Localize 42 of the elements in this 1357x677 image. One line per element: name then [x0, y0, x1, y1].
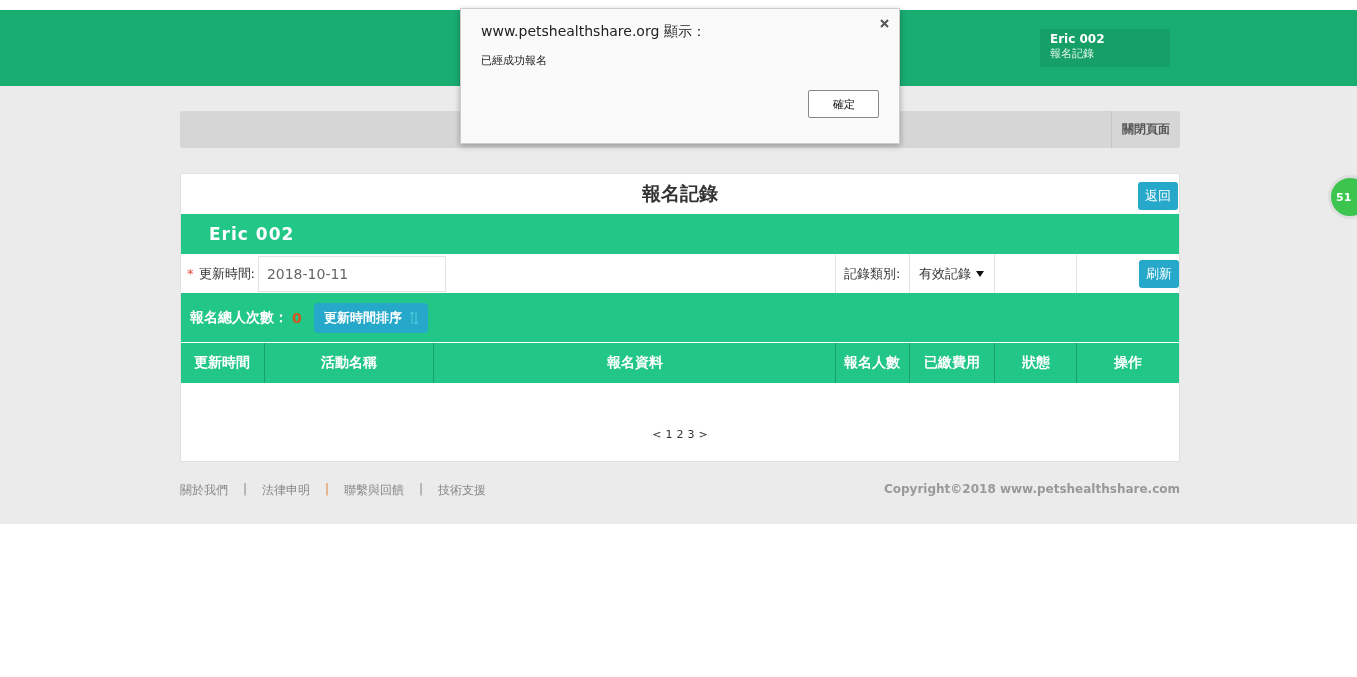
column-header: 已繳費用 [908, 343, 995, 383]
separator: | [419, 482, 424, 498]
type-dropdown[interactable]: 有效記錄 [908, 254, 995, 293]
refresh-button[interactable]: 刷新 [1139, 259, 1179, 288]
footer-link[interactable]: 法律申明 [262, 482, 311, 499]
close-page-button[interactable]: 關閉頁面 [1111, 111, 1180, 148]
banner-name: Eric 002 [209, 224, 295, 244]
footer-link[interactable]: 技術支援 [438, 482, 487, 499]
column-header: 報名資料 [433, 343, 835, 383]
column-header: 報名人數 [834, 343, 909, 383]
dialog-message: 已經成功報名 [481, 53, 548, 68]
footer-link[interactable]: 聯繫與回饋 [344, 482, 405, 499]
user-name: Eric 002 [1050, 32, 1106, 46]
page-link[interactable]: 1 [665, 428, 673, 441]
back-button[interactable]: 返回 [1138, 182, 1178, 210]
total-count: 0 [292, 310, 302, 326]
separator: | [243, 482, 248, 498]
type-label: 記錄類別: [843, 264, 901, 283]
dialog-title: www.petshealthshare.org 顯示： [481, 23, 707, 41]
page-link[interactable]: 2 [676, 428, 684, 441]
page-link[interactable]: 3 [687, 428, 695, 441]
close-icon[interactable] [880, 19, 889, 28]
total-label: 報名總人次數： [190, 309, 288, 327]
user-subtitle: 報名記錄 [1050, 46, 1095, 61]
copyright-text: Copyright©2018 www.petshealthshare.com [883, 482, 1180, 498]
column-header: 活動名稱 [263, 343, 434, 383]
user-panel[interactable]: Eric 002 報名記錄 [1040, 29, 1170, 67]
page-title: 報名記錄 [642, 181, 718, 206]
page-link[interactable]: < [652, 428, 662, 441]
sort-button[interactable]: 更新時間排序 [313, 303, 428, 333]
date-field[interactable]: 2018-10-11 [257, 255, 446, 292]
time-label: 更新時間: [198, 264, 255, 283]
column-header: 操作 [1076, 343, 1179, 383]
footer-link[interactable]: 關於我們 [180, 482, 228, 499]
column-header: 狀態 [994, 343, 1077, 383]
required-mark: * [187, 266, 194, 281]
column-header: 更新時間 [193, 353, 252, 372]
separator: | [325, 482, 330, 498]
page-link[interactable]: > [698, 428, 708, 441]
caret-icon [976, 270, 985, 277]
sort-icon [409, 311, 418, 325]
ok-button[interactable]: 確定 [808, 90, 879, 118]
